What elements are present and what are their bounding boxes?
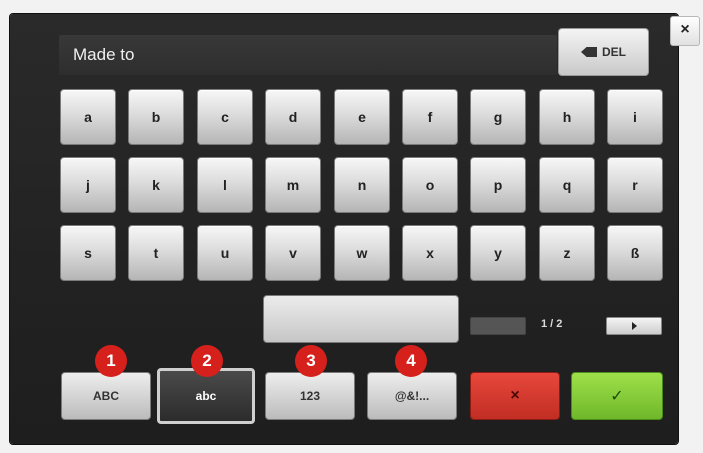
key-h[interactable]: h [539,89,595,145]
callout-badge-2: 2 [191,345,223,377]
mode-label: abc [195,389,217,403]
callout-badge-3: 3 [295,345,327,377]
space-key[interactable] [263,295,459,343]
text-input-value: Made to [73,45,135,64]
key-s[interactable]: s [60,225,116,281]
cancel-icon: × [510,387,520,404]
delete-button[interactable]: DEL [558,28,649,76]
key-x[interactable]: x [402,225,458,281]
key-n[interactable]: n [334,157,390,213]
callout-badge-1: 1 [95,345,127,377]
page-indicator: 1 / 2 [541,318,563,330]
page-next-button[interactable] [606,317,662,335]
mode-label: @&!... [394,389,430,403]
arrow-right-icon [632,322,637,330]
key-z[interactable]: z [539,225,595,281]
checkmark-icon: ✓ [610,388,624,405]
key-g[interactable]: g [470,89,526,145]
delete-label: DEL [602,45,626,59]
key-p[interactable]: p [470,157,526,213]
key-o[interactable]: o [402,157,458,213]
close-button[interactable]: × [670,16,700,46]
mode-symbols-button[interactable]: @&!... [367,372,457,420]
key-v[interactable]: v [265,225,321,281]
cancel-button[interactable]: × [470,372,560,420]
text-input[interactable]: Made to [59,35,557,75]
mode-label: ABC [93,389,119,403]
key-c[interactable]: c [197,89,253,145]
key-i[interactable]: i [607,89,663,145]
close-icon: × [680,21,690,38]
key-w[interactable]: w [334,225,390,281]
key-t[interactable]: t [128,225,184,281]
mode-numbers-button[interactable]: 123 [265,372,355,420]
key-l[interactable]: l [197,157,253,213]
key-j[interactable]: j [60,157,116,213]
key-ß[interactable]: ß [607,225,663,281]
key-r[interactable]: r [607,157,663,213]
key-y[interactable]: y [470,225,526,281]
key-q[interactable]: q [539,157,595,213]
key-f[interactable]: f [402,89,458,145]
confirm-button[interactable]: ✓ [571,372,663,420]
key-k[interactable]: k [128,157,184,213]
key-m[interactable]: m [265,157,321,213]
callout-badge-4: 4 [395,345,427,377]
mode-uppercase-button[interactable]: ABC [61,372,151,420]
key-d[interactable]: d [265,89,321,145]
backspace-icon [581,47,597,57]
page-prev-button[interactable] [470,317,526,335]
key-a[interactable]: a [60,89,116,145]
key-b[interactable]: b [128,89,184,145]
mode-label: 123 [299,389,321,403]
key-u[interactable]: u [197,225,253,281]
key-e[interactable]: e [334,89,390,145]
